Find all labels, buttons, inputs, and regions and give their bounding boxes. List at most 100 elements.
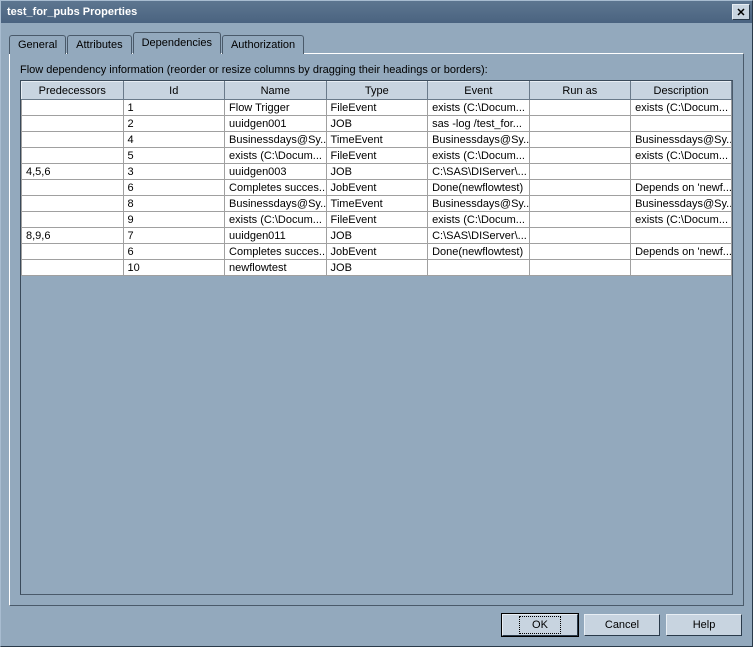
cell-event[interactable]: exists (C:\Docum... [428, 212, 530, 228]
cell-name[interactable]: exists (C:\Docum... [225, 148, 327, 164]
cell-type[interactable]: TimeEvent [326, 196, 428, 212]
help-button[interactable]: Help [666, 614, 742, 636]
cell-run[interactable] [529, 244, 631, 260]
cell-desc[interactable]: Businessdays@Sy... [631, 196, 732, 212]
cell-event[interactable]: C:\SAS\DIServer\... [428, 228, 530, 244]
cell-pred[interactable]: 4,5,6 [22, 164, 124, 180]
cell-type[interactable]: JobEvent [326, 244, 428, 260]
cell-desc[interactable] [631, 164, 732, 180]
cell-id[interactable]: 6 [123, 180, 225, 196]
cell-desc[interactable]: exists (C:\Docum... [631, 212, 732, 228]
cell-event[interactable]: Done(newflowtest) [428, 244, 530, 260]
cell-id[interactable]: 5 [123, 148, 225, 164]
cell-name[interactable]: Completes succes... [225, 180, 327, 196]
cell-desc[interactable]: exists (C:\Docum... [631, 100, 732, 116]
cell-run[interactable] [529, 148, 631, 164]
cell-type[interactable]: TimeEvent [326, 132, 428, 148]
cell-type[interactable]: JOB [326, 116, 428, 132]
cell-desc[interactable]: Businessdays@Sy... [631, 132, 732, 148]
titlebar[interactable]: test_for_pubs Properties ✕ [1, 1, 752, 23]
col-run-as[interactable]: Run as [529, 82, 631, 100]
cell-run[interactable] [529, 164, 631, 180]
cell-type[interactable]: JOB [326, 260, 428, 276]
tab-dependencies[interactable]: Dependencies [133, 32, 221, 54]
cell-event[interactable]: exists (C:\Docum... [428, 148, 530, 164]
cell-name[interactable]: uuidgen001 [225, 116, 327, 132]
ok-button[interactable]: OK [502, 614, 578, 636]
cell-event[interactable]: Done(newflowtest) [428, 180, 530, 196]
cell-id[interactable]: 10 [123, 260, 225, 276]
col-description[interactable]: Description [631, 82, 732, 100]
tab-attributes[interactable]: Attributes [67, 35, 131, 54]
table-row[interactable]: 6Completes succes...JobEventDone(newflow… [22, 180, 732, 196]
cell-id[interactable]: 8 [123, 196, 225, 212]
cell-id[interactable]: 6 [123, 244, 225, 260]
cell-desc[interactable]: Depends on 'newf... [631, 244, 732, 260]
cell-run[interactable] [529, 196, 631, 212]
cell-run[interactable] [529, 228, 631, 244]
cell-run[interactable] [529, 260, 631, 276]
cell-id[interactable]: 9 [123, 212, 225, 228]
cell-run[interactable] [529, 132, 631, 148]
table-row[interactable]: 6Completes succes...JobEventDone(newflow… [22, 244, 732, 260]
cell-event[interactable]: Businessdays@Sy... [428, 196, 530, 212]
cell-type[interactable]: JobEvent [326, 180, 428, 196]
close-button[interactable]: ✕ [732, 4, 750, 20]
col-id[interactable]: Id [123, 82, 225, 100]
col-type[interactable]: Type [326, 82, 428, 100]
cell-name[interactable]: Businessdays@Sy... [225, 196, 327, 212]
table-row[interactable]: 2uuidgen001JOBsas -log /test_for... [22, 116, 732, 132]
cell-event[interactable]: C:\SAS\DIServer\... [428, 164, 530, 180]
cancel-button[interactable]: Cancel [584, 614, 660, 636]
cell-desc[interactable]: exists (C:\Docum... [631, 148, 732, 164]
cell-run[interactable] [529, 180, 631, 196]
cell-id[interactable]: 7 [123, 228, 225, 244]
cell-pred[interactable] [22, 116, 124, 132]
cell-type[interactable]: JOB [326, 228, 428, 244]
cell-pred[interactable] [22, 196, 124, 212]
cell-run[interactable] [529, 212, 631, 228]
table-row[interactable]: 8,9,67uuidgen011JOBC:\SAS\DIServer\... [22, 228, 732, 244]
cell-desc[interactable] [631, 116, 732, 132]
table-row[interactable]: 1Flow TriggerFileEventexists (C:\Docum..… [22, 100, 732, 116]
tab-general[interactable]: General [9, 35, 66, 54]
cell-type[interactable]: FileEvent [326, 212, 428, 228]
table-row[interactable]: 8Businessdays@Sy...TimeEventBusinessdays… [22, 196, 732, 212]
cell-event[interactable] [428, 260, 530, 276]
table-row[interactable]: 5exists (C:\Docum...FileEventexists (C:\… [22, 148, 732, 164]
cell-id[interactable]: 2 [123, 116, 225, 132]
table-row[interactable]: 10newflowtestJOB [22, 260, 732, 276]
cell-run[interactable] [529, 116, 631, 132]
cell-pred[interactable] [22, 132, 124, 148]
table-row[interactable]: 4,5,63uuidgen003JOBC:\SAS\DIServer\... [22, 164, 732, 180]
cell-pred[interactable] [22, 212, 124, 228]
cell-event[interactable]: exists (C:\Docum... [428, 100, 530, 116]
cell-event[interactable]: sas -log /test_for... [428, 116, 530, 132]
grid-header-row[interactable]: Predecessors Id Name Type Event Run as D… [22, 82, 732, 100]
cell-type[interactable]: FileEvent [326, 148, 428, 164]
cell-name[interactable]: Businessdays@Sy... [225, 132, 327, 148]
cell-desc[interactable] [631, 228, 732, 244]
table-row[interactable]: 4Businessdays@Sy...TimeEventBusinessdays… [22, 132, 732, 148]
cell-pred[interactable]: 8,9,6 [22, 228, 124, 244]
cell-pred[interactable] [22, 180, 124, 196]
tab-authorization[interactable]: Authorization [222, 35, 304, 54]
cell-name[interactable]: uuidgen011 [225, 228, 327, 244]
cell-type[interactable]: FileEvent [326, 100, 428, 116]
cell-pred[interactable] [22, 260, 124, 276]
cell-name[interactable]: newflowtest [225, 260, 327, 276]
col-predecessors[interactable]: Predecessors [22, 82, 124, 100]
cell-name[interactable]: exists (C:\Docum... [225, 212, 327, 228]
cell-desc[interactable]: Depends on 'newf... [631, 180, 732, 196]
dependency-grid[interactable]: Predecessors Id Name Type Event Run as D… [21, 81, 732, 276]
cell-id[interactable]: 3 [123, 164, 225, 180]
cell-run[interactable] [529, 100, 631, 116]
cell-event[interactable]: Businessdays@Sy... [428, 132, 530, 148]
cell-id[interactable]: 4 [123, 132, 225, 148]
cell-desc[interactable] [631, 260, 732, 276]
cell-name[interactable]: Completes succes... [225, 244, 327, 260]
col-name[interactable]: Name [225, 82, 327, 100]
table-row[interactable]: 9exists (C:\Docum...FileEventexists (C:\… [22, 212, 732, 228]
cell-pred[interactable] [22, 244, 124, 260]
cell-id[interactable]: 1 [123, 100, 225, 116]
